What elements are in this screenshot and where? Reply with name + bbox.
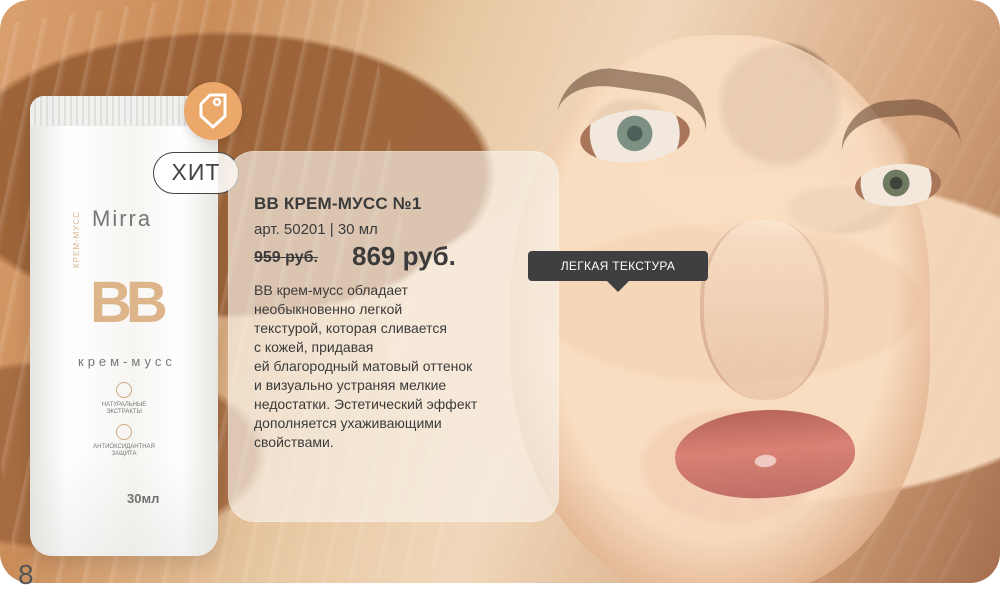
product-subtitle: крем-мусс: [78, 354, 176, 369]
nose: [700, 220, 829, 400]
product-description: BB крем-мусс обладает необыкновенно легк…: [254, 282, 478, 450]
product-vertical-text: КРЕМ-МУСС: [72, 211, 81, 268]
hit-badge: ХИТ: [153, 152, 239, 194]
price-tag-icon-svg: [199, 93, 227, 129]
product-volume: 30мл: [127, 491, 160, 506]
feature-text-antioxidant: АНТИОКСИДАНТНАЯ ЗАЩИТА: [93, 444, 155, 457]
product-logo: BB: [90, 270, 168, 335]
product-article: арт. 50201 | 30 мл: [254, 221, 378, 238]
old-price: 959 руб.: [254, 249, 318, 266]
feature-text-natural: НАТУРАЛЬНЫЕ ЭКСТРАКТЫ: [101, 402, 147, 415]
product-title: BB КРЕМ-МУСС №1: [254, 194, 422, 213]
promo-banner: Mirra КРЕМ-МУСС BB крем-мусс НАТУРАЛЬНЫЕ…: [0, 0, 1000, 583]
shield-icon: [116, 424, 132, 440]
new-price: 869 руб.: [352, 241, 456, 271]
page-number: 8: [18, 559, 34, 590]
product-info-panel: BB КРЕМ-МУСС №1 арт. 50201 | 30 мл 959 р…: [228, 151, 559, 522]
product-brand: Mirra: [92, 206, 153, 231]
price-tag-icon: [184, 82, 242, 140]
tooltip-label: ЛЕГКАЯ ТЕКСТУРА: [560, 259, 676, 273]
texture-tooltip: ЛЕГКАЯ ТЕКСТУРА: [528, 251, 708, 292]
leaf-icon: [116, 382, 132, 398]
